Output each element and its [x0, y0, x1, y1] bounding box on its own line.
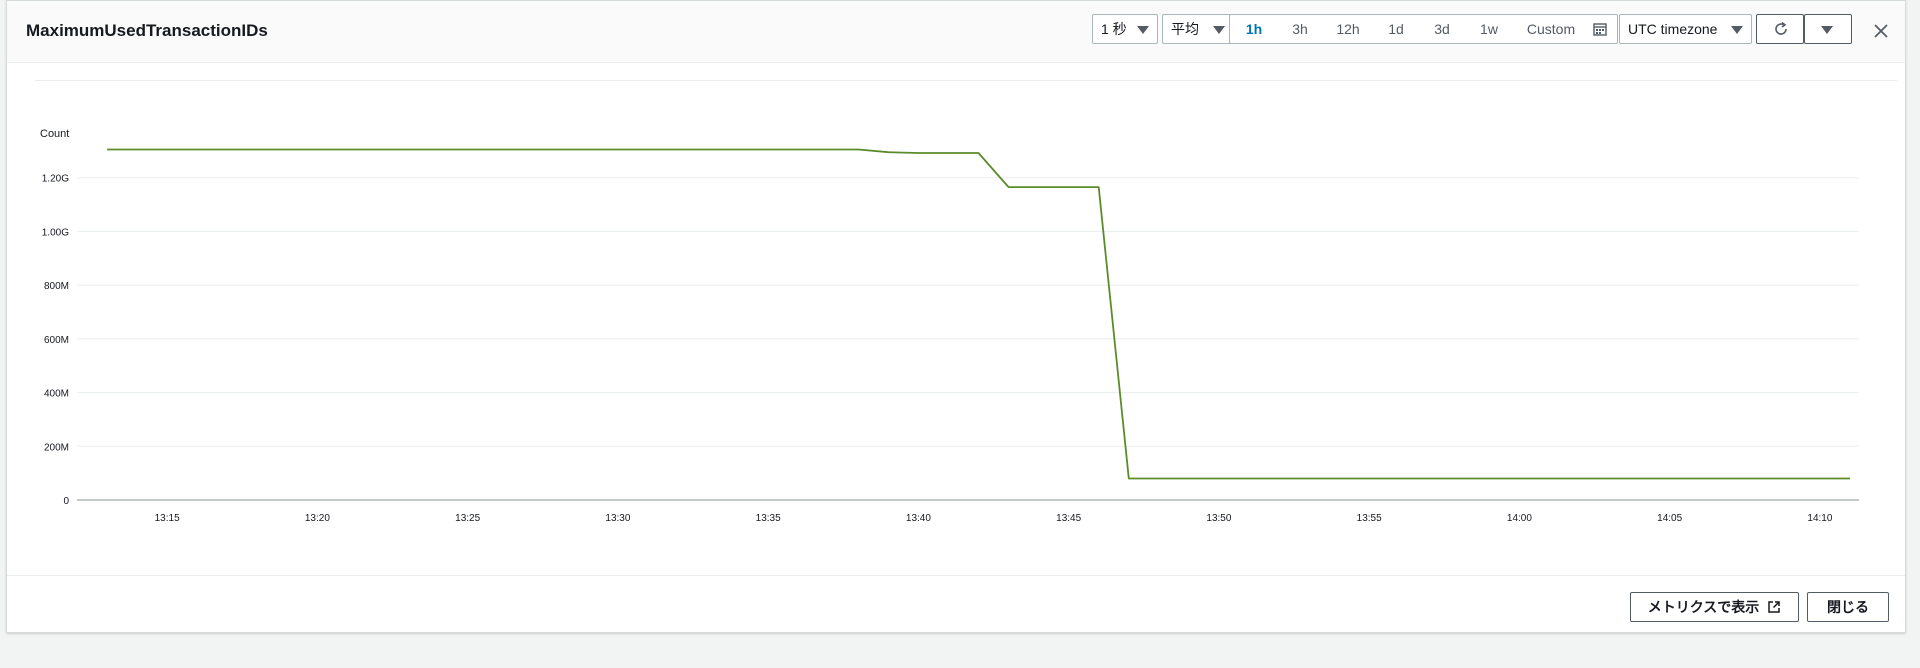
- range-3d-button[interactable]: 3d: [1424, 15, 1460, 43]
- period-select[interactable]: 1 秒: [1092, 14, 1158, 44]
- x-tick-label: 14:00: [1507, 513, 1532, 524]
- x-tick-label: 13:50: [1206, 513, 1231, 524]
- custom-range-button[interactable]: Custom: [1523, 15, 1579, 43]
- chevron-down-icon: [1731, 26, 1743, 34]
- x-tick-label: 13:30: [605, 513, 630, 524]
- modal-footer: メトリクスで表示 閉じる: [7, 575, 1905, 633]
- custom-range-label: Custom: [1526, 21, 1576, 37]
- series-line: [107, 148, 1850, 480]
- x-tick-label: 13:35: [756, 513, 781, 524]
- time-range-group: 1h 3h 12h 1d 3d 1w Custom: [1229, 14, 1618, 44]
- metric-modal: MaximumUsedTransactionIDs 1 秒 平均 1h 3h 1…: [6, 0, 1906, 633]
- x-tick-label: 13:40: [906, 513, 931, 524]
- range-12h-button[interactable]: 12h: [1328, 15, 1368, 43]
- y-tick-label: 0: [63, 496, 69, 507]
- close-button[interactable]: 閉じる: [1807, 592, 1889, 622]
- refresh-button[interactable]: [1756, 14, 1804, 44]
- statistic-select-value: 平均: [1171, 21, 1199, 37]
- x-tick-label: 13:45: [1056, 513, 1081, 524]
- x-tick-label: 13:20: [305, 513, 330, 524]
- calendar-icon: [1593, 23, 1607, 36]
- statistic-select[interactable]: 平均: [1162, 14, 1234, 44]
- line-chart: Count 0 200M 400M 600M 800M 1.00G 1.20G 13:15 13:…: [40, 128, 1859, 524]
- divider: [35, 80, 1897, 81]
- refresh-options-button[interactable]: [1804, 14, 1852, 44]
- y-tick-label: 600M: [44, 335, 69, 346]
- range-1w-button[interactable]: 1w: [1471, 15, 1507, 43]
- range-1d-button[interactable]: 1d: [1378, 15, 1414, 43]
- external-link-icon: [1768, 601, 1781, 613]
- view-in-metrics-button[interactable]: メトリクスで表示: [1630, 592, 1799, 622]
- x-tick-label: 13:25: [455, 513, 480, 524]
- refresh-icon: [1775, 21, 1787, 35]
- timezone-select-value: UTC timezone: [1628, 21, 1718, 37]
- y-tick-label: 1.20G: [42, 174, 69, 185]
- chevron-down-icon: [1137, 26, 1149, 34]
- close-icon[interactable]: [1873, 23, 1889, 39]
- modal-header: MaximumUsedTransactionIDs 1 秒 平均 1h 3h 1…: [7, 1, 1905, 63]
- x-tick-label: 14:05: [1657, 513, 1682, 524]
- y-axis-label: Count: [40, 128, 69, 140]
- range-3h-button[interactable]: 3h: [1282, 15, 1318, 43]
- y-tick-label: 800M: [44, 281, 69, 292]
- y-tick-label: 400M: [44, 389, 69, 400]
- chevron-down-icon: [1213, 26, 1225, 34]
- x-tick-label: 13:55: [1357, 513, 1382, 524]
- y-tick-label: 1.00G: [42, 227, 69, 238]
- y-tick-label: 200M: [44, 442, 69, 453]
- chart-area: Count 0 200M 400M 600M 800M 1.00G 1.20G 13:15 13:…: [7, 64, 1905, 574]
- caret-down-icon: [1821, 26, 1833, 34]
- x-tick-label: 14:10: [1807, 513, 1832, 524]
- range-1h-button[interactable]: 1h: [1236, 15, 1272, 43]
- period-select-value: 1 秒: [1101, 21, 1127, 37]
- view-in-metrics-label: メトリクスで表示: [1647, 599, 1760, 615]
- modal-title: MaximumUsedTransactionIDs: [26, 21, 268, 40]
- x-tick-label: 13:15: [155, 513, 180, 524]
- timezone-select[interactable]: UTC timezone: [1619, 14, 1752, 44]
